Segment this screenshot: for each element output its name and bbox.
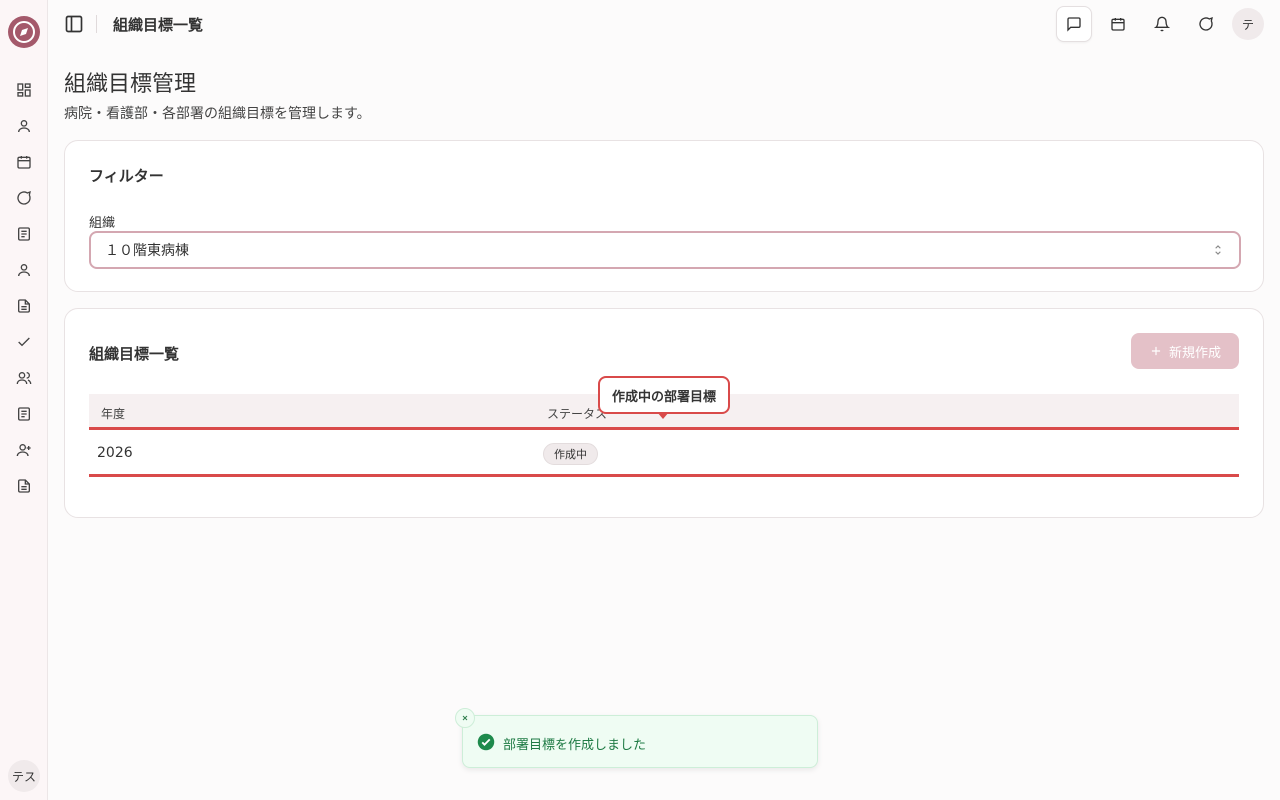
message-square-icon <box>1067 17 1081 32</box>
org-filter-label: 組織 <box>89 216 116 231</box>
toast-close-button[interactable] <box>455 708 475 728</box>
table-row[interactable]: 2026 作成中 <box>89 433 1239 477</box>
notifications-button[interactable] <box>1144 6 1180 42</box>
sidebar-item-add-user[interactable] <box>12 438 36 462</box>
sidebar-toggle-button[interactable] <box>62 12 86 36</box>
sidebar-item-documents[interactable] <box>12 294 36 318</box>
sidebar-item-tasks[interactable] <box>12 330 36 354</box>
sidebar-item-chat[interactable] <box>12 186 36 210</box>
grid-icon <box>17 83 31 97</box>
message-circle-icon <box>1199 16 1213 31</box>
header-avatar[interactable]: テ <box>1232 8 1264 40</box>
toast-message: 部署目標を作成しました <box>503 738 647 753</box>
sidebar-item-reports[interactable] <box>12 474 36 498</box>
sidebar-item-calendar[interactable] <box>12 150 36 174</box>
feedback-button[interactable] <box>1056 6 1092 42</box>
notebook-icon <box>18 407 30 421</box>
chevrons-up-down-icon <box>1215 245 1221 255</box>
status-badge: 作成中 <box>543 443 598 465</box>
page-title: 組織目標管理 <box>64 72 197 97</box>
sidebar-item-staff[interactable] <box>12 258 36 282</box>
sidebar-item-notes[interactable] <box>12 222 36 246</box>
close-icon <box>462 715 468 721</box>
sidebar-item-dashboard[interactable] <box>12 78 36 102</box>
users-icon <box>16 372 32 385</box>
plus-icon <box>1151 346 1161 356</box>
compass-icon <box>13 21 35 43</box>
calendar-icon <box>1111 18 1125 31</box>
list-title: 組織目標一覧 <box>89 345 180 363</box>
calendar-icon <box>17 156 31 169</box>
new-goal-button-label: 新規作成 <box>1168 345 1221 361</box>
filter-title: フィルター <box>89 167 164 185</box>
page-description: 病院・看護部・各部署の組織目標を管理します。 <box>64 106 371 122</box>
app-logo[interactable] <box>8 16 40 48</box>
user-icon <box>18 120 30 133</box>
user-avatar[interactable]: テス <box>8 760 40 792</box>
top-header: 組織目標一覧 テ <box>48 0 1280 48</box>
bell-icon <box>1154 16 1170 32</box>
sidebar: テス <box>0 0 48 800</box>
panel-left-icon <box>65 15 83 33</box>
notebook-icon <box>18 227 30 241</box>
org-select-value: １０階東病棟 <box>105 243 189 259</box>
sidebar-item-teams[interactable] <box>12 366 36 390</box>
file-text-icon <box>18 479 30 493</box>
success-toast: 部署目標を作成しました <box>455 708 818 768</box>
tooltip: 作成中の部署目標 <box>598 376 730 414</box>
sidebar-item-records[interactable] <box>12 402 36 426</box>
column-header-year: 年度 <box>101 407 126 421</box>
header-divider <box>96 15 97 33</box>
calendar-button[interactable] <box>1100 6 1136 42</box>
sidebar-item-profile[interactable] <box>12 114 36 138</box>
user-plus-icon <box>16 444 31 457</box>
new-goal-button[interactable]: 新規作成 <box>1131 333 1239 369</box>
user-icon <box>18 264 30 277</box>
tooltip-arrow <box>657 412 669 419</box>
messages-button[interactable] <box>1188 6 1224 42</box>
org-select[interactable]: １０階東病棟 <box>89 231 1241 269</box>
filter-card: フィルター 組織 １０階東病棟 <box>64 140 1264 292</box>
message-circle-icon <box>17 190 31 205</box>
check-circle-icon <box>477 733 495 751</box>
file-text-icon <box>18 299 30 313</box>
cell-year: 2026 <box>97 445 133 461</box>
check-icon <box>18 337 30 347</box>
header-title: 組織目標一覧 <box>113 16 204 34</box>
